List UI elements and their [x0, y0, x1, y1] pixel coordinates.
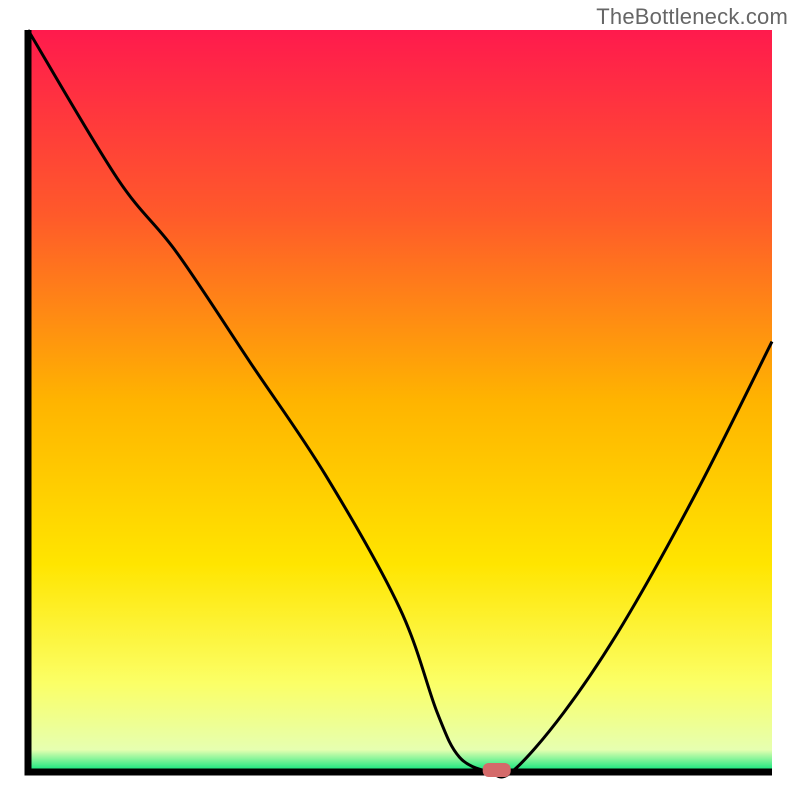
watermark-text: TheBottleneck.com: [596, 4, 788, 30]
plot-background: [28, 30, 772, 772]
bottleneck-chart: [0, 0, 800, 800]
chart-frame: TheBottleneck.com: [0, 0, 800, 800]
optimal-point-marker: [483, 763, 511, 777]
